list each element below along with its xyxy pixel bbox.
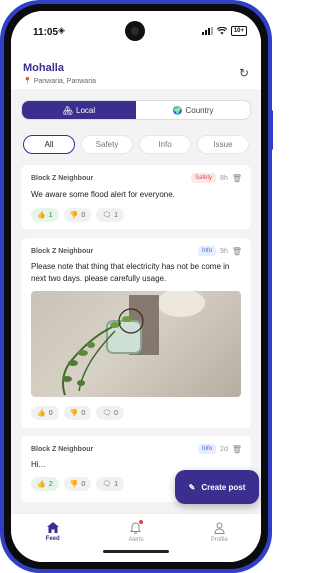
dislike-button[interactable]: 👎 0 [63,406,92,420]
tab-country[interactable]: 🌍 Country [136,101,250,119]
tab-local[interactable]: 🏘 Local [22,101,136,119]
app-header: Mohalla 📍 Panwaria, Panwaria ↻ [11,49,261,89]
tab-local-label: Local [76,105,96,115]
like-button[interactable]: 👍 0 [31,406,59,420]
comment-count: 0 [114,409,119,417]
comment-count: 1 [114,480,119,488]
scope-toggle: 🏘 Local 🌍 Country [21,100,251,120]
alert-notification-dot [138,520,143,524]
tab-alerts[interactable]: Alerts [94,514,177,562]
filter-issue[interactable]: Issue [197,135,249,154]
map-pin-icon: 📍 [23,78,32,85]
like-count: 2 [48,480,53,488]
bottom-tab-bar: Feed Alerts Profile [11,513,261,562]
dislike-button[interactable]: 👎 0 [63,477,92,491]
post-text: Please note that thing that electricity … [31,262,230,283]
post-actions: 👍 1 👎 0 🗨 1 [31,208,125,222]
location-text: Panwaria, Panwaria [33,77,96,85]
post-age: 9h [220,247,228,255]
page-title: Mohalla [23,62,64,74]
dislike-count: 0 [81,211,86,219]
post-text: We aware some flood alert for everyone. [31,190,175,199]
tab-alerts-label: Alerts [128,537,144,543]
post-photo[interactable] [31,291,241,397]
category-badge: Info [198,444,217,454]
status-indicators: 10+ [201,26,247,36]
home-icon [46,522,59,533]
filter-all[interactable]: All [23,135,75,154]
tab-profile[interactable]: Profile [178,514,261,562]
comment-count: 1 [114,211,119,219]
pencil-icon: ✎ [188,482,196,492]
tab-country-label: Country [185,105,214,115]
post-meta: Info 2d 🗑 [198,444,242,454]
dislike-count: 0 [81,409,86,417]
trash-icon[interactable]: 🗑 [232,174,242,183]
wifi-icon [216,27,227,35]
home-indicator [103,550,169,553]
comment-icon: 🗨 [102,481,112,488]
post-card[interactable]: Block Z Neighbour Safety 8h 🗑 We aware s… [21,165,251,229]
thumbs-up-icon: 👍 [37,481,46,488]
post-meta: Safety 8h 🗑 [191,173,242,183]
comment-button[interactable]: 🗨 1 [96,208,125,222]
post-author: Block Z Neighbour [31,175,94,182]
create-post-label: Create post [201,482,246,492]
filter-info[interactable]: Info [139,135,191,154]
trash-icon[interactable]: 🗑 [232,445,242,454]
filter-safety[interactable]: Safety [81,135,133,154]
category-badge: Info [198,246,217,256]
comment-icon: 🗨 [102,410,112,417]
dislike-button[interactable]: 👎 0 [63,208,92,222]
post-author: Block Z Neighbour [31,446,94,453]
post-age: 2d [220,445,228,453]
create-post-button[interactable]: ✎ Create post [175,470,259,504]
thumbs-down-icon: 👎 [69,212,79,219]
plant-in-jar-image [62,291,205,396]
neighbourhood-icon: 🏘 [62,105,74,115]
comment-button[interactable]: 🗨 0 [96,406,125,420]
comment-button[interactable]: 🗨 1 [96,477,125,491]
status-bar: 11:05 ◈ 10+ [11,11,261,49]
tab-feed-label: Feed [45,536,60,542]
globe-icon: 🌍 [172,105,183,115]
like-button[interactable]: 👍 1 [31,208,59,222]
tab-feed[interactable]: Feed [11,514,94,562]
refresh-icon[interactable]: ↻ [239,66,249,80]
cellular-signal-icon [201,27,213,35]
thumbs-down-icon: 👎 [69,410,79,417]
battery-indicator: 10+ [230,26,247,36]
power-button [270,110,273,150]
like-button[interactable]: 👍 2 [31,477,59,491]
post-actions: 👍 0 👎 0 🗨 0 [31,406,125,420]
comment-icon: 🗨 [102,212,112,219]
status-time: 11:05 [33,27,59,38]
thumbs-down-icon: 👎 [69,481,79,488]
category-badge: Safety [191,173,217,183]
location-label: 📍 Panwaria, Panwaria [23,77,96,86]
post-actions: 👍 2 👎 0 🗨 1 [31,477,125,491]
like-count: 1 [48,211,53,219]
person-icon [214,522,225,534]
front-camera [125,21,145,41]
dislike-count: 0 [81,480,86,488]
tab-profile-label: Profile [210,537,228,543]
like-count: 0 [48,409,53,417]
post-card[interactable]: Block Z Neighbour Info 9h 🗑 Please note … [21,238,251,428]
volume-up-button [0,92,2,118]
post-author: Block Z Neighbour [31,248,94,255]
location-services-icon: ◈ [58,25,65,35]
filter-chips: All Safety Info Issue [23,135,249,155]
thumbs-up-icon: 👍 [37,212,46,219]
trash-icon[interactable]: 🗑 [232,247,242,256]
post-meta: Info 9h 🗑 [198,246,242,256]
thumbs-up-icon: 👍 [37,410,46,417]
volume-down-button [0,126,2,152]
post-age: 8h [220,174,228,182]
app-screen: 11:05 ◈ 10+ Mohalla 📍 Panwaria, Panwaria… [11,11,261,562]
